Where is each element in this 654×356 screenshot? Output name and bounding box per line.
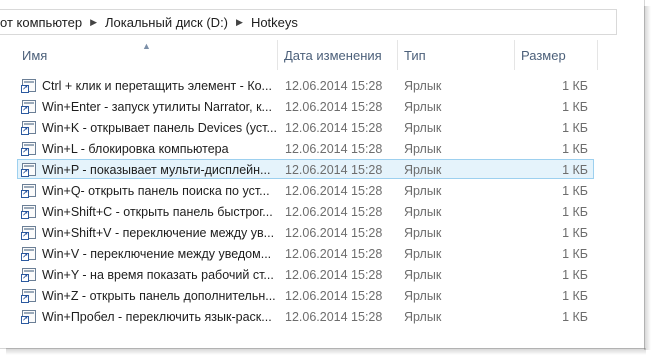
shortcut-file-icon: ↗ <box>21 184 36 198</box>
file-size: 1 КБ <box>562 310 588 324</box>
chevron-right-icon[interactable]: ▶ <box>87 17 100 28</box>
shortcut-file-icon: ↗ <box>21 79 36 93</box>
file-name: Win+P - показывает мульти-дисплейн... <box>42 163 271 177</box>
file-size: 1 КБ <box>562 247 588 261</box>
shortcut-file-icon: ↗ <box>21 289 36 303</box>
file-row[interactable]: ↗ Win+L - блокировка компьютера 12.06.2014… <box>17 138 594 158</box>
window-shadow-right <box>644 6 651 350</box>
shortcut-file-icon: ↗ <box>21 121 36 135</box>
breadcrumb-computer[interactable]: от компьютер <box>0 15 87 30</box>
explorer-window: от компьютер ▶ Локальный диск (D:) ▶ Hot… <box>0 0 645 349</box>
file-name: Win+Пробел - переключить язык-раск... <box>42 310 272 324</box>
file-size: 1 КБ <box>562 226 588 240</box>
file-size: 1 КБ <box>562 121 588 135</box>
file-name: Win+Y - на время показать рабочий ст... <box>42 268 274 282</box>
file-type: Ярлык <box>404 247 442 261</box>
column-header: ▲ Имя Дата изменения Тип Размер <box>0 40 644 70</box>
shortcut-arrow-icon: ↗ <box>21 169 29 177</box>
shortcut-arrow-icon: ↗ <box>21 232 29 240</box>
file-name: Win+Q- открыть панель поиска по уст... <box>42 184 270 198</box>
file-name: Win+Z - открыть панель дополнительн... <box>42 289 276 303</box>
file-date: 12.06.2014 15:28 <box>285 79 383 93</box>
column-date[interactable]: Дата изменения <box>277 40 396 70</box>
file-type: Ярлык <box>404 205 442 219</box>
file-type: Ярлык <box>404 163 442 177</box>
file-date: 12.06.2014 15:28 <box>285 142 383 156</box>
shortcut-file-icon: ↗ <box>21 268 36 282</box>
file-row[interactable]: ↗ Win+K - открывает панель Devices (уст..… <box>17 117 594 137</box>
shortcut-arrow-icon: ↗ <box>21 85 29 93</box>
file-date: 12.06.2014 15:28 <box>285 163 383 177</box>
file-size: 1 КБ <box>562 205 588 219</box>
file-name: Win+Shift+V - переключение между ув... <box>42 226 275 240</box>
column-name[interactable]: Имя <box>22 40 272 70</box>
column-size[interactable]: Размер <box>514 40 601 70</box>
file-name: Win+Shift+C - открыть панель быстрог... <box>42 205 273 219</box>
file-size: 1 КБ <box>562 268 588 282</box>
file-row[interactable]: ↗ Win+Пробел - переключить язык-раск... 12… <box>17 306 594 326</box>
file-type: Ярлык <box>404 79 442 93</box>
file-row[interactable]: ↗ Win+Enter - запуск утилиты Narrator, к.… <box>17 96 594 116</box>
breadcrumb-hotkeys[interactable]: Hotkeys <box>246 15 303 30</box>
file-date: 12.06.2014 15:28 <box>285 100 383 114</box>
shortcut-arrow-icon: ↗ <box>21 295 29 303</box>
file-row[interactable]: ↗ Win+P - показывает мульти-дисплейн... 12… <box>17 159 594 179</box>
file-size: 1 КБ <box>562 289 588 303</box>
file-date: 12.06.2014 15:28 <box>285 247 383 261</box>
shortcut-file-icon: ↗ <box>21 100 36 114</box>
file-size: 1 КБ <box>562 100 588 114</box>
shortcut-arrow-icon: ↗ <box>21 274 29 282</box>
shortcut-file-icon: ↗ <box>21 163 36 177</box>
file-name: Win+L - блокировка компьютера <box>42 142 229 156</box>
file-size: 1 КБ <box>562 163 588 177</box>
file-date: 12.06.2014 15:28 <box>285 121 383 135</box>
column-extra[interactable] <box>597 40 638 70</box>
file-row[interactable]: ↗ Win+Q- открыть панель поиска по уст... 1… <box>17 180 594 200</box>
shortcut-arrow-icon: ↗ <box>21 148 29 156</box>
file-name: Ctrl + клик и перетащить элемент - Ко... <box>42 79 272 93</box>
file-name: Win+V - переключение между уведом... <box>42 247 272 261</box>
file-size: 1 КБ <box>562 142 588 156</box>
file-row[interactable]: ↗ Win+Shift+V - переключение между ув... 1… <box>17 222 594 242</box>
window-shadow-bottom <box>6 348 646 355</box>
file-type: Ярлык <box>404 268 442 282</box>
file-type: Ярлык <box>404 121 442 135</box>
file-row[interactable]: ↗ Win+Z - открыть панель дополнительн... 1… <box>17 285 594 305</box>
column-type[interactable]: Тип <box>397 40 514 70</box>
shortcut-arrow-icon: ↗ <box>21 190 29 198</box>
file-type: Ярлык <box>404 184 442 198</box>
shortcut-arrow-icon: ↗ <box>21 253 29 261</box>
address-bar[interactable]: от компьютер ▶ Локальный диск (D:) ▶ Hot… <box>0 9 617 35</box>
file-name: Win+Enter - запуск утилиты Narrator, к..… <box>42 100 272 114</box>
shortcut-file-icon: ↗ <box>21 310 36 324</box>
file-type: Ярлык <box>404 310 442 324</box>
file-row[interactable]: ↗ Ctrl + клик и перетащить элемент - Ко..… <box>17 75 594 95</box>
file-name: Win+K - открывает панель Devices (уст... <box>42 121 277 135</box>
file-size: 1 КБ <box>562 79 588 93</box>
file-date: 12.06.2014 15:28 <box>285 184 383 198</box>
shortcut-file-icon: ↗ <box>21 247 36 261</box>
breadcrumb-drive-d[interactable]: Локальный диск (D:) <box>100 15 233 30</box>
file-type: Ярлык <box>404 142 442 156</box>
file-size: 1 КБ <box>562 184 588 198</box>
shortcut-file-icon: ↗ <box>21 142 36 156</box>
shortcut-arrow-icon: ↗ <box>21 127 29 135</box>
shortcut-arrow-icon: ↗ <box>21 211 29 219</box>
shortcut-arrow-icon: ↗ <box>21 106 29 114</box>
file-date: 12.06.2014 15:28 <box>285 205 383 219</box>
file-date: 12.06.2014 15:28 <box>285 310 383 324</box>
file-type: Ярлык <box>404 226 442 240</box>
file-date: 12.06.2014 15:28 <box>285 268 383 282</box>
shortcut-file-icon: ↗ <box>21 226 36 240</box>
file-date: 12.06.2014 15:28 <box>285 226 383 240</box>
shortcut-arrow-icon: ↗ <box>21 316 29 324</box>
file-row[interactable]: ↗ Win+V - переключение между уведом... 12.… <box>17 243 594 263</box>
file-type: Ярлык <box>404 289 442 303</box>
file-type: Ярлык <box>404 100 442 114</box>
file-row[interactable]: ↗ Win+Y - на время показать рабочий ст...… <box>17 264 594 284</box>
chevron-right-icon[interactable]: ▶ <box>233 17 246 28</box>
file-row[interactable]: ↗ Win+Shift+C - открыть панель быстрог...… <box>17 201 594 221</box>
shortcut-file-icon: ↗ <box>21 205 36 219</box>
file-date: 12.06.2014 15:28 <box>285 289 383 303</box>
